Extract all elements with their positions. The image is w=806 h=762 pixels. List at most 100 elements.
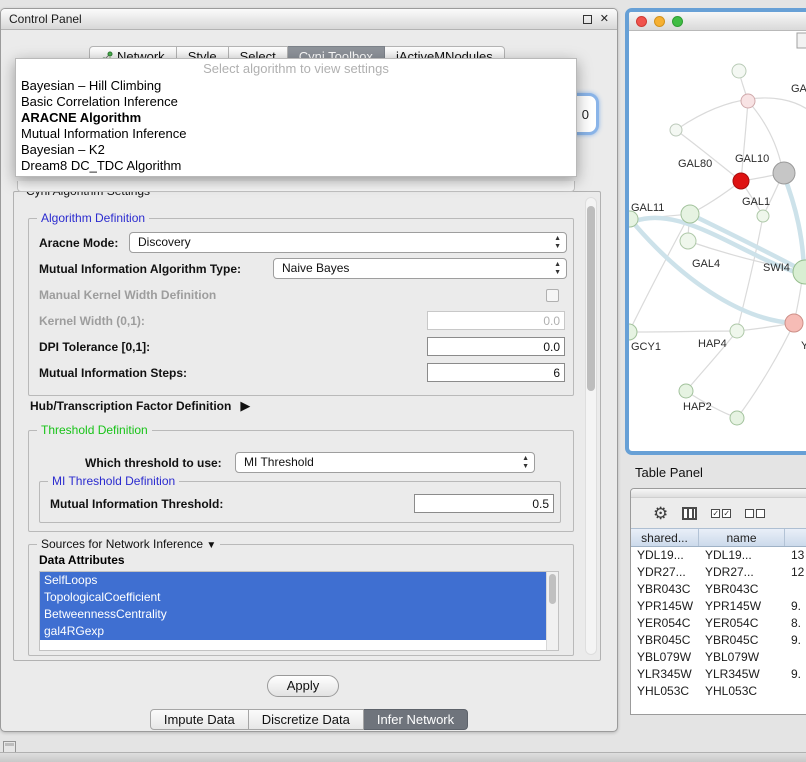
zoom-traffic-light[interactable] — [672, 16, 683, 27]
cyni-bottom-tabs: Impute Data Discretize Data Infer Networ… — [1, 709, 617, 730]
status-bar — [0, 752, 806, 762]
attribute-item-selected[interactable]: TopologicalCoefficient — [40, 589, 546, 606]
table-panel-title: Table Panel — [635, 465, 703, 480]
table-row[interactable]: YBR043CYBR043C — [631, 581, 806, 598]
node-label: GAL1 — [742, 196, 770, 208]
mi-steps-input[interactable] — [427, 363, 565, 382]
window-title: Control Panel — [9, 12, 82, 26]
table-body: YDL19...YDL19...13 YDR27...YDR27...12 YB… — [631, 547, 806, 715]
cell: 9. — [785, 666, 806, 683]
table-row[interactable]: YPR145WYPR145W9. — [631, 598, 806, 615]
table-row[interactable]: YBL079WYBL079W — [631, 649, 806, 666]
network-node[interactable] — [681, 205, 699, 223]
table-row[interactable]: YHL053CYHL053C — [631, 683, 806, 700]
attribute-item-selected[interactable]: gal4RGexp — [40, 623, 546, 640]
table-window-titlebar[interactable] — [631, 489, 806, 498]
dropdown-option[interactable]: Bayesian – Hill Climbing — [16, 78, 576, 94]
dropdown-prompt: Select algorithm to view settings — [16, 60, 576, 78]
cyni-algorithm-settings-group: Cyni Algorithm Settings Algorithm Defini… — [13, 191, 601, 661]
network-node[interactable] — [680, 233, 696, 249]
mi-type-select[interactable]: Naive Bayes ▲▼ — [273, 258, 567, 279]
manual-kernel-checkbox[interactable] — [546, 289, 559, 302]
dpi-tolerance-input[interactable] — [427, 337, 565, 356]
network-node[interactable] — [679, 384, 693, 398]
dropdown-option[interactable]: Dream8 DC_TDC Algorithm — [16, 158, 576, 174]
table-row[interactable]: YLR345WYLR345W9. — [631, 666, 806, 683]
group-title: MI Threshold Definition — [48, 474, 179, 488]
tab-discretize-data[interactable]: Discretize Data — [249, 709, 364, 730]
dropdown-option-selected[interactable]: ARACNE Algorithm — [16, 110, 576, 126]
cell: YER054C — [631, 615, 699, 632]
attribute-list-scrollbar[interactable] — [546, 572, 558, 650]
hub-definition-label: Hub/Transcription Factor Definition — [30, 399, 231, 413]
dropdown-option[interactable]: Basic Correlation Inference — [16, 94, 576, 110]
network-node[interactable] — [730, 411, 744, 425]
table-row[interactable]: YER054CYER054C8. — [631, 615, 806, 632]
attribute-item-selected[interactable]: BetweennessCentrality — [40, 606, 546, 623]
mi-type-label: Mutual Information Algorithm Type: — [39, 262, 241, 276]
settings-scrollbar[interactable] — [585, 197, 597, 655]
control-panel-titlebar[interactable]: Control Panel ✕ — [1, 9, 617, 30]
table-panel-window: ⚙ ✓✓ shared... name YDL19...YDL19...13 Y… — [630, 488, 806, 715]
select-all-columns-button[interactable]: ✓✓ — [711, 509, 731, 518]
network-node[interactable] — [793, 260, 806, 284]
table-row[interactable]: YBR045CYBR045C9. — [631, 632, 806, 649]
scrollbar-thumb[interactable] — [549, 574, 556, 604]
node-label: GAL4 — [692, 258, 720, 270]
node-label: HAP2 — [683, 401, 712, 413]
table-settings-button[interactable]: ⚙ — [653, 505, 668, 522]
network-node[interactable] — [629, 324, 637, 340]
tab-impute-data[interactable]: Impute Data — [150, 709, 249, 730]
unchecked-box-icon — [756, 509, 765, 518]
cell: YLR345W — [699, 666, 785, 683]
network-view-window: GAL80 GAL10 GAL11 GAL1 SWI4 GAL4 GCY1 HA… — [625, 8, 806, 455]
table-row[interactable]: YDL19...YDL19...13 — [631, 547, 806, 564]
cell: YDL19... — [631, 547, 699, 564]
network-node[interactable] — [732, 64, 746, 78]
network-node[interactable] — [670, 124, 682, 136]
network-node[interactable] — [730, 324, 744, 338]
window-float-button[interactable] — [583, 15, 592, 24]
control-panel-window: Control Panel ✕ Network Style Select — [0, 8, 618, 732]
collapsed-arrow-icon: ▶ — [240, 398, 250, 414]
network-node[interactable] — [741, 94, 755, 108]
network-canvas[interactable]: GAL80 GAL10 GAL11 GAL1 SWI4 GAL4 GCY1 HA… — [629, 31, 806, 451]
node-label: GAL10 — [735, 153, 769, 165]
tab-infer-network[interactable]: Infer Network — [364, 709, 468, 730]
cell: 9. — [785, 598, 806, 615]
attribute-item-selected[interactable]: SelfLoops — [40, 572, 546, 589]
birdseye-toggle[interactable] — [797, 33, 806, 48]
apply-button[interactable]: Apply — [267, 675, 339, 697]
column-header-name[interactable]: name — [699, 529, 785, 546]
gear-icon: ⚙ — [653, 505, 668, 522]
cell: YBR043C — [631, 581, 699, 598]
network-node-gray[interactable] — [773, 162, 795, 184]
network-node-salmon[interactable] — [785, 314, 803, 332]
kernel-width-input[interactable] — [427, 311, 565, 330]
column-header-cut[interactable] — [785, 529, 806, 546]
network-node[interactable] — [757, 210, 769, 222]
selected-value: Naive Bayes — [282, 261, 349, 275]
aracne-mode-select[interactable]: Discovery ▲▼ — [129, 232, 567, 253]
close-traffic-light[interactable] — [636, 16, 647, 27]
window-close-icon[interactable]: ✕ — [600, 14, 609, 25]
dropdown-option[interactable]: Mutual Information Inference — [16, 126, 576, 142]
network-window-titlebar[interactable] — [629, 12, 806, 31]
scrollbar-thumb[interactable] — [587, 206, 595, 391]
column-header-shared-name[interactable]: shared... — [631, 529, 699, 546]
hub-definition-toggle[interactable]: Hub/Transcription Factor Definition ▶ — [30, 398, 250, 414]
table-row[interactable]: YDR27...YDR27...12 — [631, 564, 806, 581]
node-label: SWI4 — [763, 262, 790, 274]
mi-threshold-input[interactable] — [414, 494, 554, 513]
dropdown-option[interactable]: Bayesian – K2 — [16, 142, 576, 158]
network-node-red[interactable] — [733, 173, 749, 189]
algorithm-dropdown-popup: Select algorithm to view settings Bayesi… — [15, 58, 577, 177]
sources-toggle[interactable]: Sources for Network Inference ▼ — [37, 537, 220, 551]
deselect-all-columns-button[interactable] — [745, 509, 765, 518]
which-threshold-select[interactable]: MI Threshold ▲▼ — [235, 452, 535, 473]
minimize-traffic-light[interactable] — [654, 16, 665, 27]
network-thick-edges — [629, 173, 806, 323]
data-attributes-label: Data Attributes — [39, 553, 125, 567]
cell: YER054C — [699, 615, 785, 632]
show-columns-button[interactable] — [682, 507, 697, 520]
